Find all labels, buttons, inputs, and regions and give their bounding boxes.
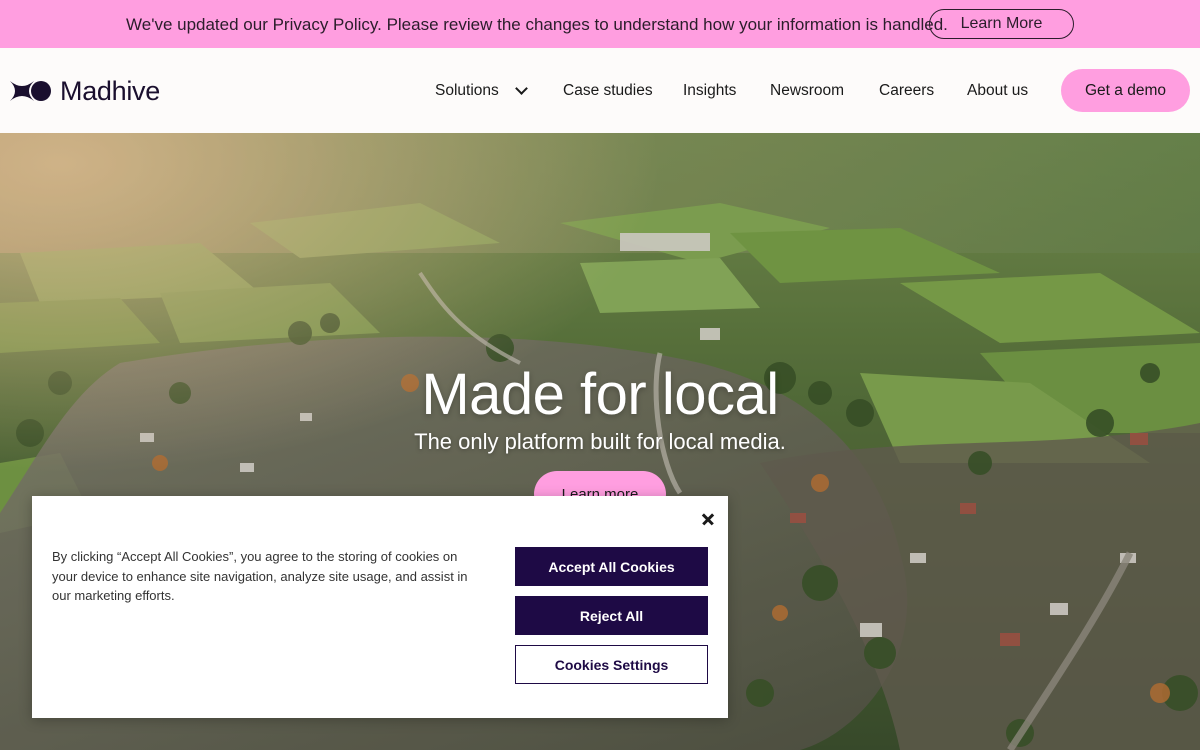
nav-careers[interactable]: Careers — [879, 82, 934, 100]
nav-solutions-label: Solutions — [435, 82, 499, 99]
madhive-logo-icon — [10, 81, 51, 101]
hero-subtitle: The only platform built for local media. — [414, 429, 786, 454]
reject-all-cookies-button[interactable]: Reject All — [515, 596, 708, 635]
privacy-notice-banner: We've updated our Privacy Policy. Please… — [0, 0, 1200, 48]
cookie-consent-text: By clicking “Accept All Cookies”, you ag… — [52, 549, 468, 603]
close-icon[interactable] — [698, 509, 718, 529]
chevron-down-icon — [514, 81, 528, 95]
madhive-logo[interactable]: Madhive — [10, 76, 160, 106]
cookie-consent-dialog: By clicking “Accept All Cookies”, you ag… — [32, 496, 728, 718]
accept-all-cookies-button[interactable]: Accept All Cookies — [515, 547, 708, 586]
nav-solutions[interactable]: Solutions — [435, 81, 528, 100]
nav-case-studies[interactable]: Case studies — [563, 82, 653, 100]
nav-insights[interactable]: Insights — [683, 82, 736, 100]
get-a-demo-button[interactable]: Get a demo — [1061, 69, 1190, 112]
nav-about-us[interactable]: About us — [967, 82, 1028, 100]
learn-more-privacy-button[interactable]: Learn More — [929, 9, 1074, 39]
hero-title: Made for local — [421, 362, 779, 427]
nav-newsroom[interactable]: Newsroom — [770, 82, 844, 100]
privacy-notice-text: We've updated our Privacy Policy. Please… — [126, 15, 948, 34]
logo-text: Madhive — [60, 75, 160, 106]
cookies-settings-button[interactable]: Cookies Settings — [515, 645, 708, 684]
site-header: Madhive Solutions Case studies Insights … — [0, 48, 1200, 133]
